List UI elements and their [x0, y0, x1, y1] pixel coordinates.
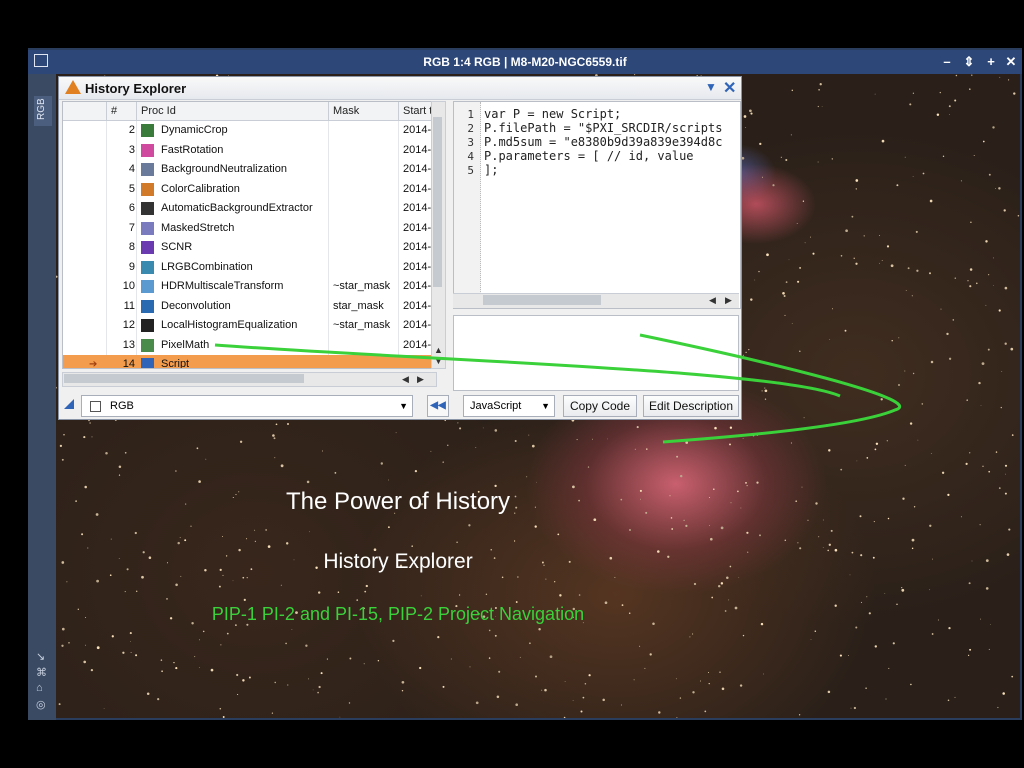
caption-subtitle: History Explorer — [323, 550, 473, 573]
annotation-arrow-path — [214, 333, 902, 444]
caption-title: The Power of History — [285, 488, 511, 515]
annotation-arrow — [214, 333, 902, 444]
caption-note: PIP-1 PI-2 and PI-15, PIP-2 Project Navi… — [211, 604, 585, 624]
